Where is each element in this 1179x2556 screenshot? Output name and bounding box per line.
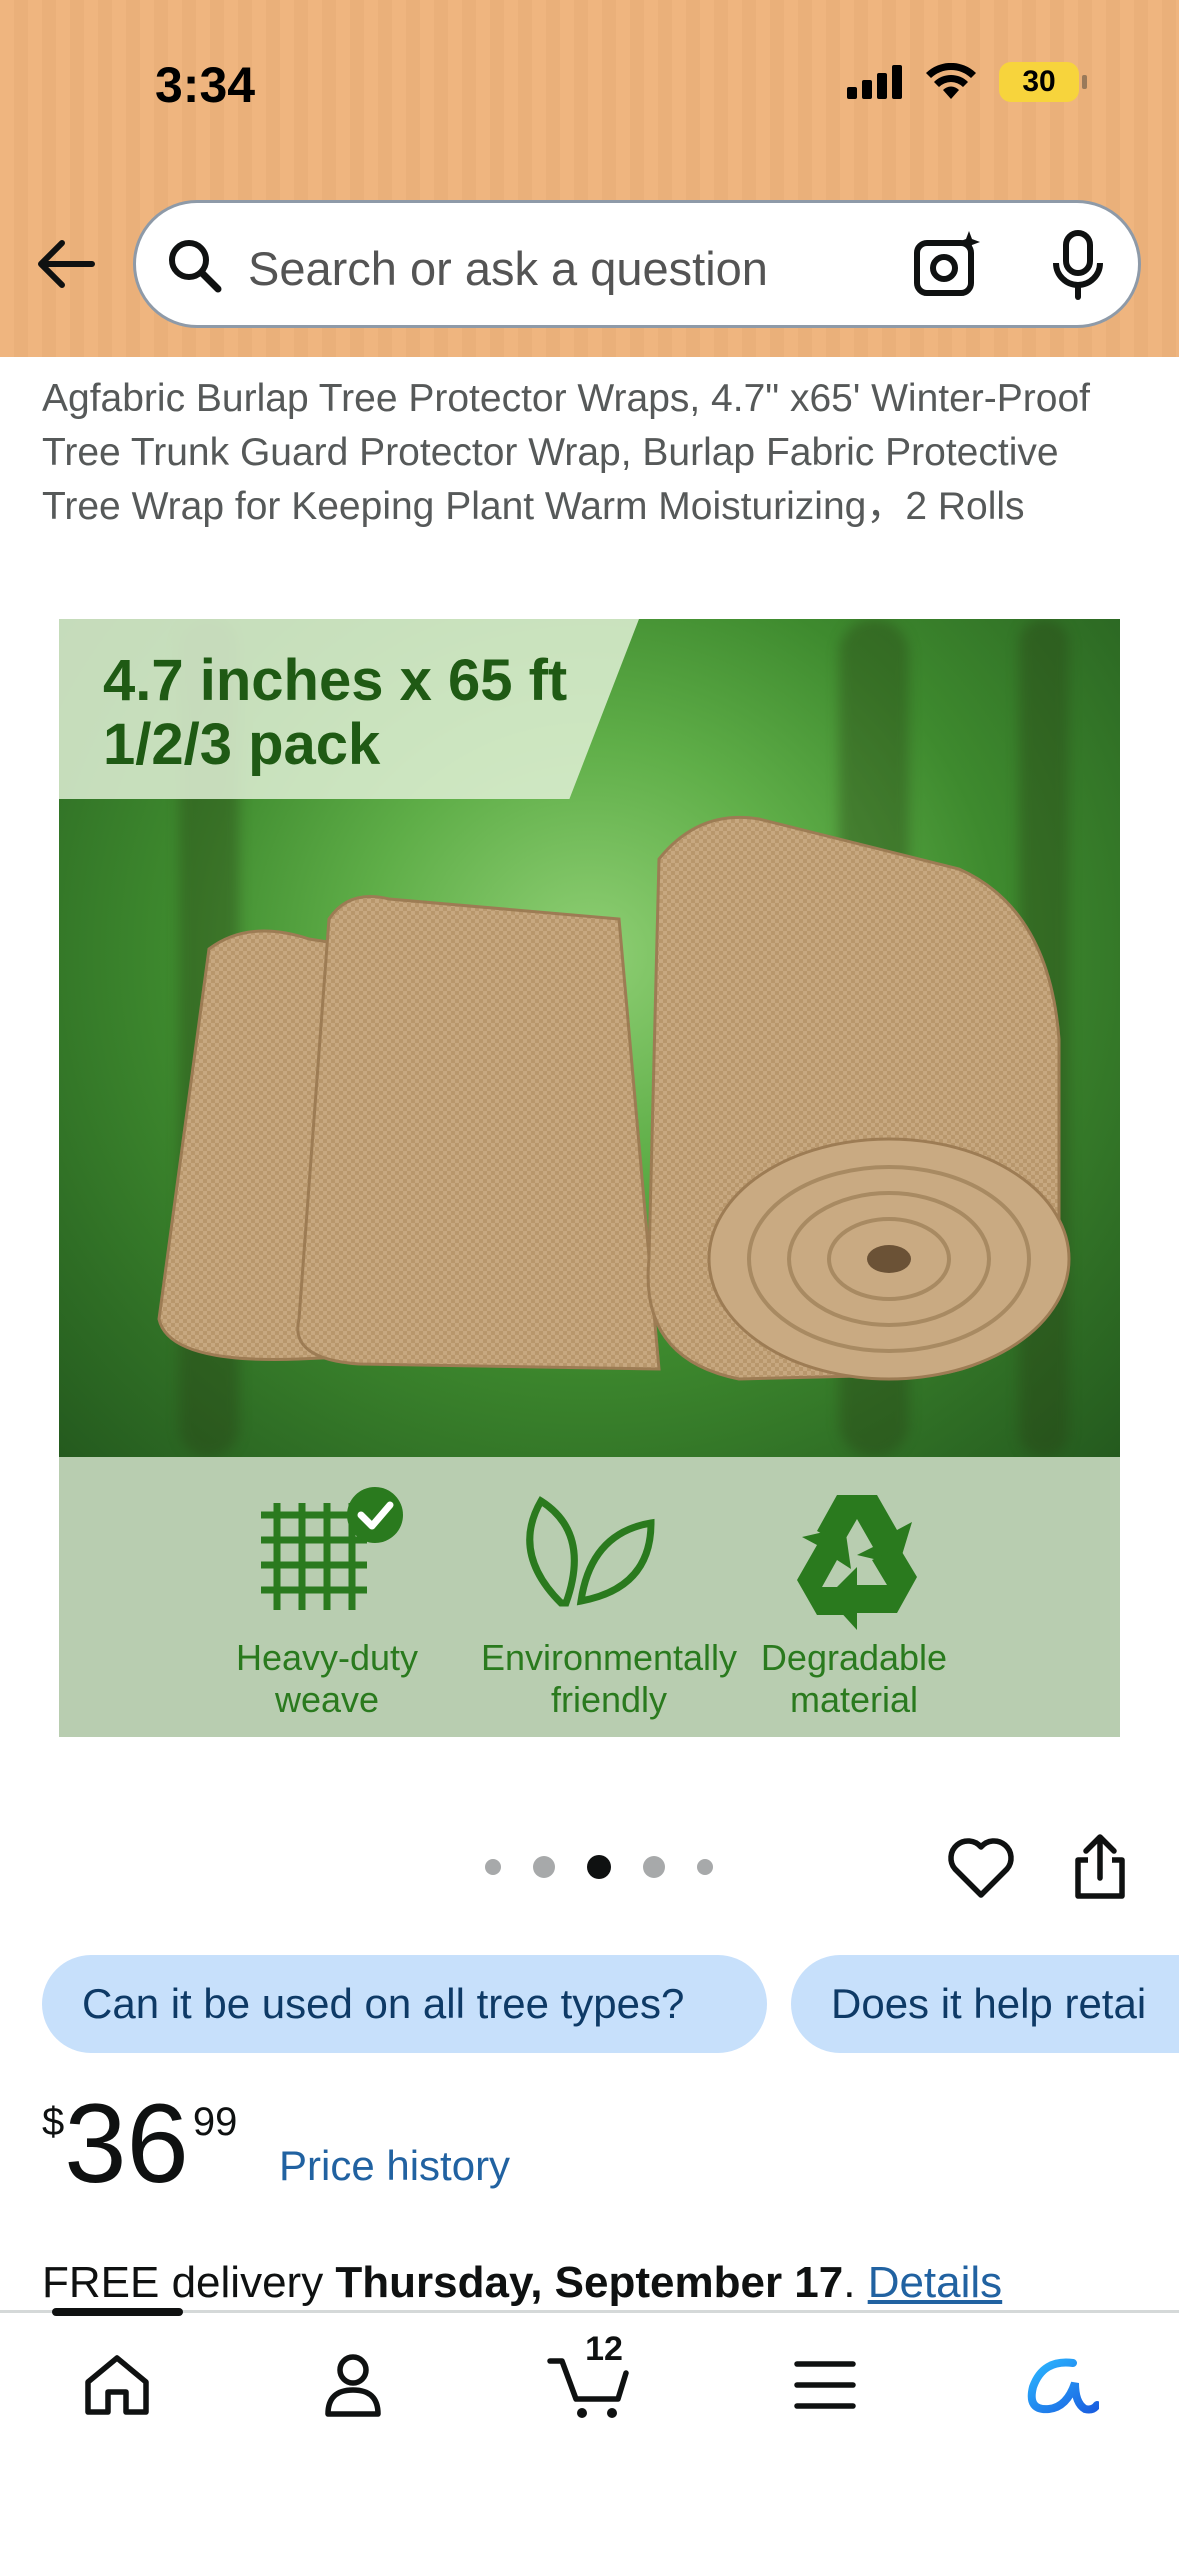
back-button[interactable] (34, 232, 98, 296)
price-fraction: 99 (192, 2100, 238, 2144)
delivery-date: Thursday, September 17 (335, 2258, 844, 2307)
feature-line: material (789, 1679, 919, 1720)
signal-icon (847, 65, 902, 99)
carousel-dot[interactable] (533, 1856, 555, 1878)
battery-indicator: 30 (999, 62, 1087, 102)
search-icon (169, 240, 222, 293)
share-icon[interactable] (1070, 1832, 1130, 1902)
product-image[interactable]: 4.7 inches x 65 ft 1/2/3 pack Heavy-duty… (59, 619, 1120, 1737)
home-icon (85, 2355, 149, 2415)
carousel-dot[interactable] (697, 1859, 713, 1875)
feature-line: friendly (550, 1679, 668, 1720)
nav-account[interactable] (308, 2340, 398, 2430)
product-title[interactable]: Agfabric Burlap Tree Protector Wraps, 4.… (42, 372, 1142, 534)
carousel-dot[interactable] (643, 1856, 665, 1878)
question-chip-label: Can it be used on all tree types? (82, 1980, 685, 2027)
camera-icon[interactable] (911, 229, 983, 301)
feature-line: Environmentally (480, 1637, 738, 1678)
delivery-prefix: FREE delivery (42, 2258, 324, 2307)
carousel-dot-active[interactable] (587, 1855, 611, 1879)
battery-level: 30 (1022, 65, 1056, 98)
question-chip[interactable]: Does it help retai (791, 1955, 1179, 2053)
price-history-link[interactable]: Price history (279, 2142, 510, 2190)
price: $ 36 99 (42, 2088, 237, 2200)
active-tab-indicator (52, 2308, 183, 2316)
size-banner-text: 4.7 inches x 65 ft 1/2/3 pack (103, 649, 567, 777)
banner-line-2: 1/2/3 pack (103, 712, 381, 777)
delivery-details-link[interactable]: Details (868, 2258, 1003, 2307)
feature-heavy-duty: Heavy-duty weave (197, 1637, 457, 1721)
menu-icon (794, 2361, 856, 2409)
heart-icon[interactable] (946, 1835, 1016, 1901)
delivery-info: FREE delivery Thursday, September 17. De… (42, 2258, 1002, 2308)
recycle-icon (797, 1495, 917, 1630)
grid-check-icon (261, 1487, 403, 1610)
price-whole: 36 (64, 2081, 189, 2206)
account-icon (325, 2354, 381, 2417)
leaf-icon (526, 1496, 655, 1607)
status-time: 3:34 (155, 57, 256, 113)
question-chip-label: Does it help retai (831, 1980, 1147, 2027)
rufus-icon (1027, 2358, 1099, 2414)
image-carousel-dots[interactable] (485, 1855, 713, 1879)
feature-line: Heavy-duty (235, 1637, 419, 1678)
search-bar[interactable]: Search or ask a question (133, 200, 1141, 328)
feature-line: weave (274, 1679, 380, 1720)
nav-rufus[interactable] (1016, 2340, 1106, 2430)
delivery-suffix: . (843, 2258, 868, 2307)
question-chip[interactable]: Can it be used on all tree types? (42, 1955, 767, 2053)
banner-line-1: 4.7 inches x 65 ft (103, 648, 568, 713)
feature-degradable: Degradable material (724, 1637, 984, 1721)
nav-cart[interactable]: 12 (544, 2330, 634, 2430)
cart-count: 12 (585, 2330, 623, 2368)
price-symbol: $ (42, 2100, 65, 2144)
search-input[interactable]: Search or ask a question (248, 241, 768, 296)
feature-eco: Environmentally friendly (459, 1637, 759, 1721)
carousel-dot[interactable] (485, 1859, 501, 1875)
back-arrow-icon (38, 240, 95, 288)
status-icons: 30 (847, 62, 1087, 102)
nav-home[interactable] (72, 2340, 162, 2430)
microphone-icon[interactable] (1046, 229, 1110, 301)
wifi-icon (926, 63, 976, 99)
header: 3:34 30 Search or ask a question (0, 0, 1179, 357)
nav-menu[interactable] (780, 2340, 870, 2430)
feature-line: Degradable (760, 1637, 948, 1678)
